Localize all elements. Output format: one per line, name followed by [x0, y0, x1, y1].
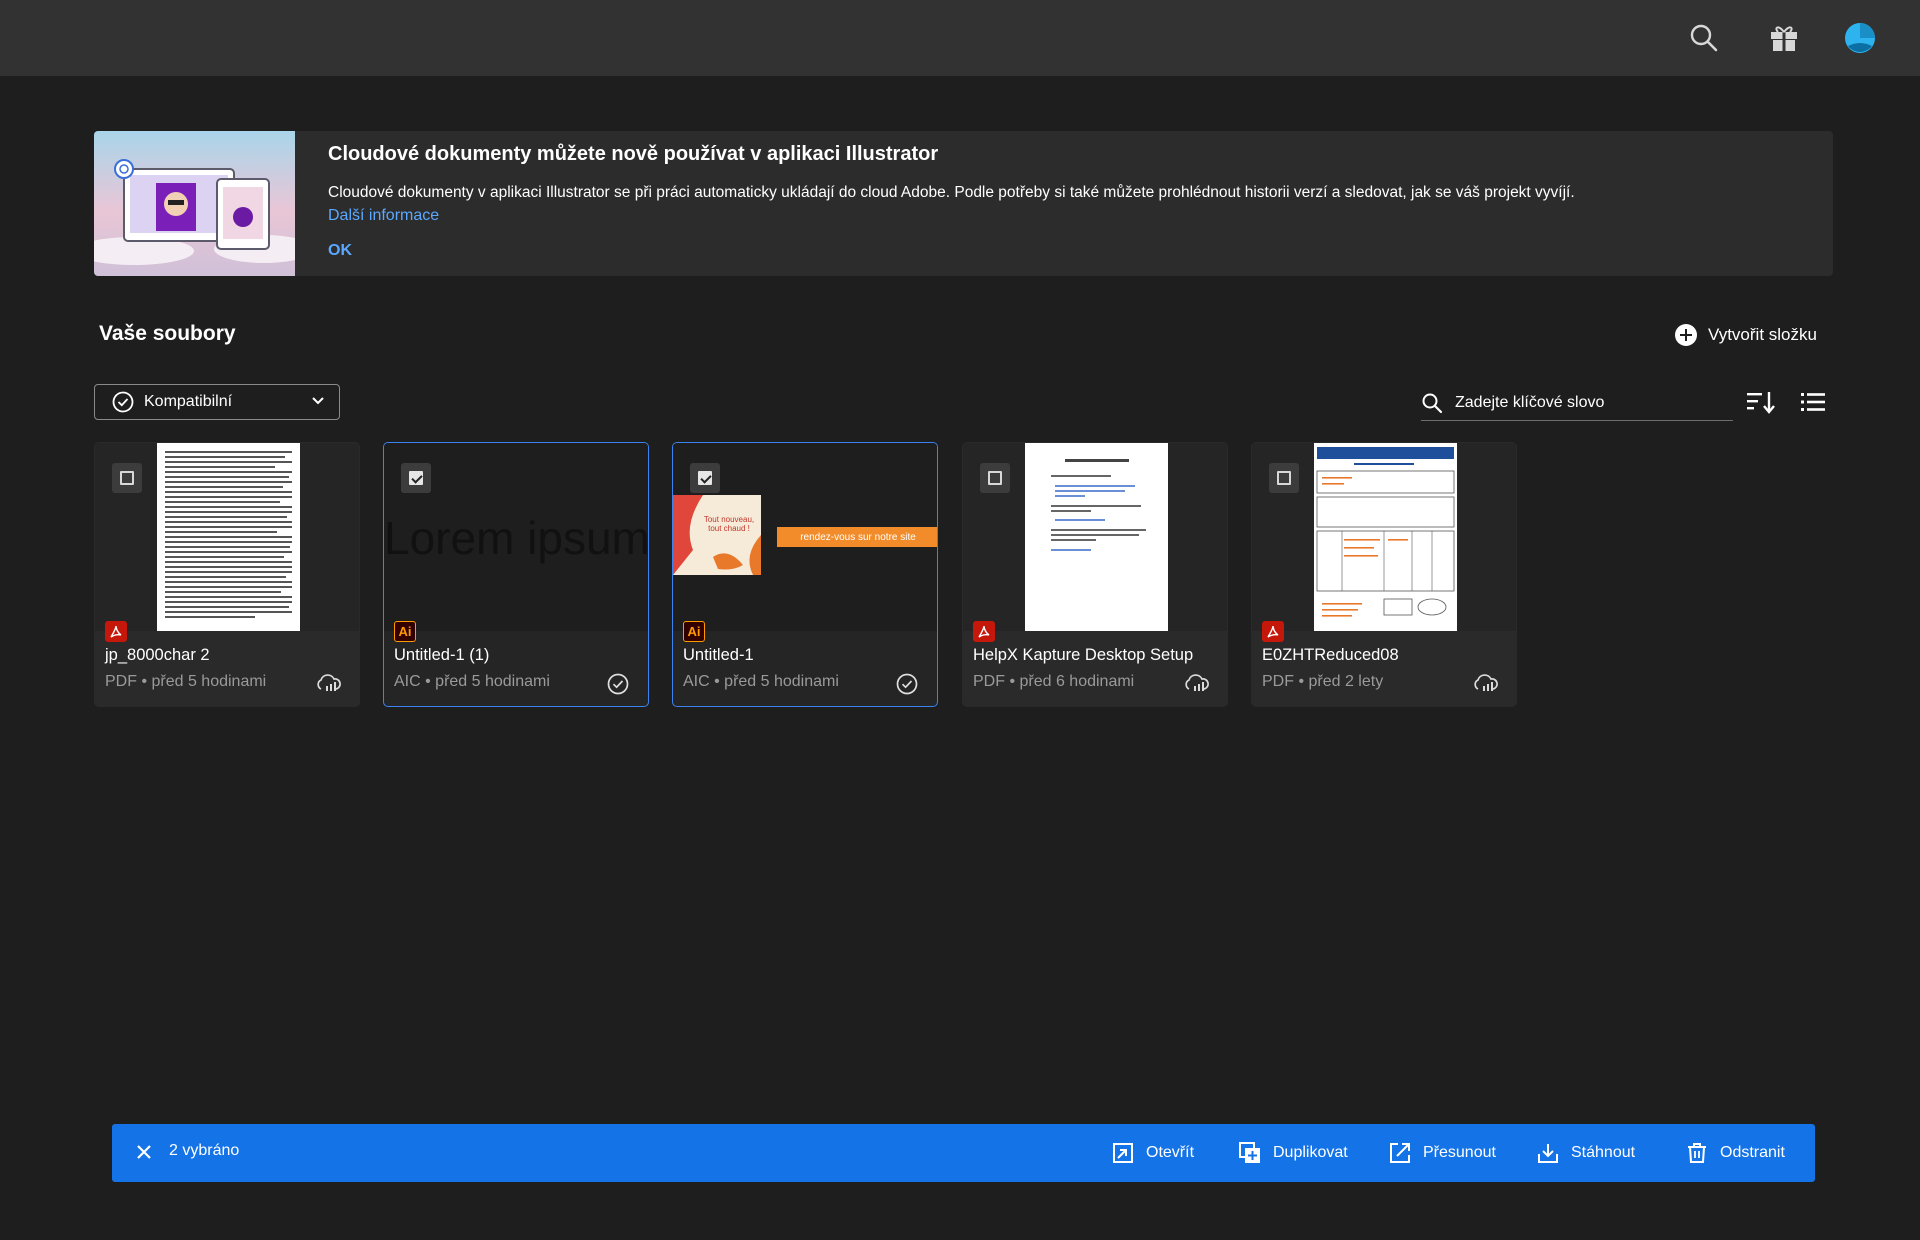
create-folder-label: Vytvořit složku [1708, 325, 1817, 344]
search-icon [1422, 393, 1443, 414]
banner-title: Cloudové dokumenty můžete nově používat … [328, 143, 939, 165]
delete-button[interactable]: Odstranit [1685, 1141, 1785, 1165]
selection-action-bar: 2 vybráno Otevřít Duplikovat Přesunout S… [112, 1124, 1815, 1182]
file-card[interactable]: Lorem ipsum Ai Untitled-1 (1) AIC • před… [383, 442, 649, 707]
file-checkbox[interactable] [401, 463, 431, 493]
open-label: Otevřít [1146, 1144, 1195, 1161]
check-circle-icon [112, 391, 134, 413]
illustrator-file-icon: Ai [394, 621, 416, 642]
banner-description: Cloudové dokumenty v aplikaci Illustrato… [328, 184, 1575, 201]
create-folder-button[interactable]: Vytvořit složku [1674, 321, 1817, 349]
file-checkbox[interactable] [980, 463, 1010, 493]
cloud-icon [1474, 674, 1498, 691]
file-card[interactable]: E0ZHTReduced08 PDF • před 2 lety [1251, 442, 1517, 707]
pdf-file-icon [1262, 621, 1284, 642]
move-icon [1390, 1143, 1410, 1163]
download-button[interactable]: Stáhnout [1536, 1141, 1635, 1165]
chevron-down-icon [312, 397, 324, 405]
file-card[interactable]: Tout nouveau, tout chaud ! rendez-vous s… [672, 442, 938, 707]
cloud-icon [1185, 674, 1209, 691]
file-card[interactable]: HelpX Kapture Desktop Setup PDF • před 6… [962, 442, 1228, 707]
pdf-file-icon [105, 621, 127, 642]
synced-check-icon [607, 673, 629, 695]
file-name: HelpX Kapture Desktop Setup [973, 646, 1194, 664]
cloud-docs-banner: Cloudové dokumenty můžete nově používat … [94, 131, 1833, 276]
file-name: E0ZHTReduced08 [1262, 646, 1399, 664]
gift-icon[interactable] [1766, 20, 1802, 56]
top-bar [0, 0, 1920, 76]
file-meta: PDF • před 2 lety [1262, 673, 1384, 690]
pdf-file-icon [973, 621, 995, 642]
file-checkbox[interactable] [690, 463, 720, 493]
file-name: Untitled-1 (1) [394, 646, 490, 664]
file-checkbox[interactable] [112, 463, 142, 493]
duplicate-button[interactable]: Duplikovat [1238, 1141, 1348, 1165]
duplicate-label: Duplikovat [1273, 1144, 1348, 1161]
thumbnail-text: Lorem ipsum [384, 512, 649, 564]
move-button[interactable]: Přesunout [1388, 1141, 1496, 1165]
trash-icon [1688, 1143, 1706, 1163]
thumbnail-text: rendez-vous sur notre site [800, 531, 916, 543]
file-name: Untitled-1 [683, 646, 754, 664]
add-circle-icon [1675, 324, 1697, 346]
search-field [1421, 386, 1733, 421]
page-title: Vaše soubory [99, 322, 236, 345]
illustrator-file-icon: Ai [683, 621, 705, 642]
banner-ok-button[interactable]: OK [328, 242, 352, 260]
list-view-icon[interactable] [1800, 390, 1826, 414]
file-meta: PDF • před 5 hodinami [105, 673, 267, 690]
synced-check-icon [896, 673, 918, 695]
file-meta: PDF • před 6 hodinami [973, 673, 1135, 690]
download-label: Stáhnout [1571, 1144, 1636, 1161]
filter-selected-value: Kompatibilní [144, 393, 233, 410]
file-name: jp_8000char 2 [105, 646, 210, 664]
close-icon[interactable] [134, 1142, 154, 1162]
search-icon[interactable] [1686, 20, 1722, 56]
file-checkbox[interactable] [1269, 463, 1299, 493]
sort-icon[interactable] [1746, 389, 1776, 415]
open-button[interactable]: Otevřít [1111, 1141, 1194, 1165]
delete-label: Odstranit [1720, 1144, 1785, 1161]
learn-more-link[interactable]: Další informace [328, 207, 439, 225]
thumbnail-text: Tout nouveau, tout chaud ! [703, 515, 755, 533]
file-meta: AIC • před 5 hodinami [394, 673, 550, 690]
banner-illustration [94, 131, 314, 276]
search-input[interactable] [1453, 393, 1717, 413]
cloud-icon [317, 674, 341, 691]
avatar[interactable] [1842, 20, 1878, 56]
duplicate-icon [1239, 1142, 1260, 1163]
move-label: Přesunout [1423, 1144, 1496, 1161]
file-card[interactable]: jp_8000char 2 PDF • před 5 hodinami [94, 442, 360, 707]
file-meta: AIC • před 5 hodinami [683, 673, 839, 690]
open-icon [1113, 1143, 1133, 1163]
download-icon [1538, 1144, 1558, 1163]
compatibility-filter-dropdown[interactable]: Kompatibilní [94, 384, 340, 420]
selection-count: 2 vybráno [169, 1142, 240, 1159]
